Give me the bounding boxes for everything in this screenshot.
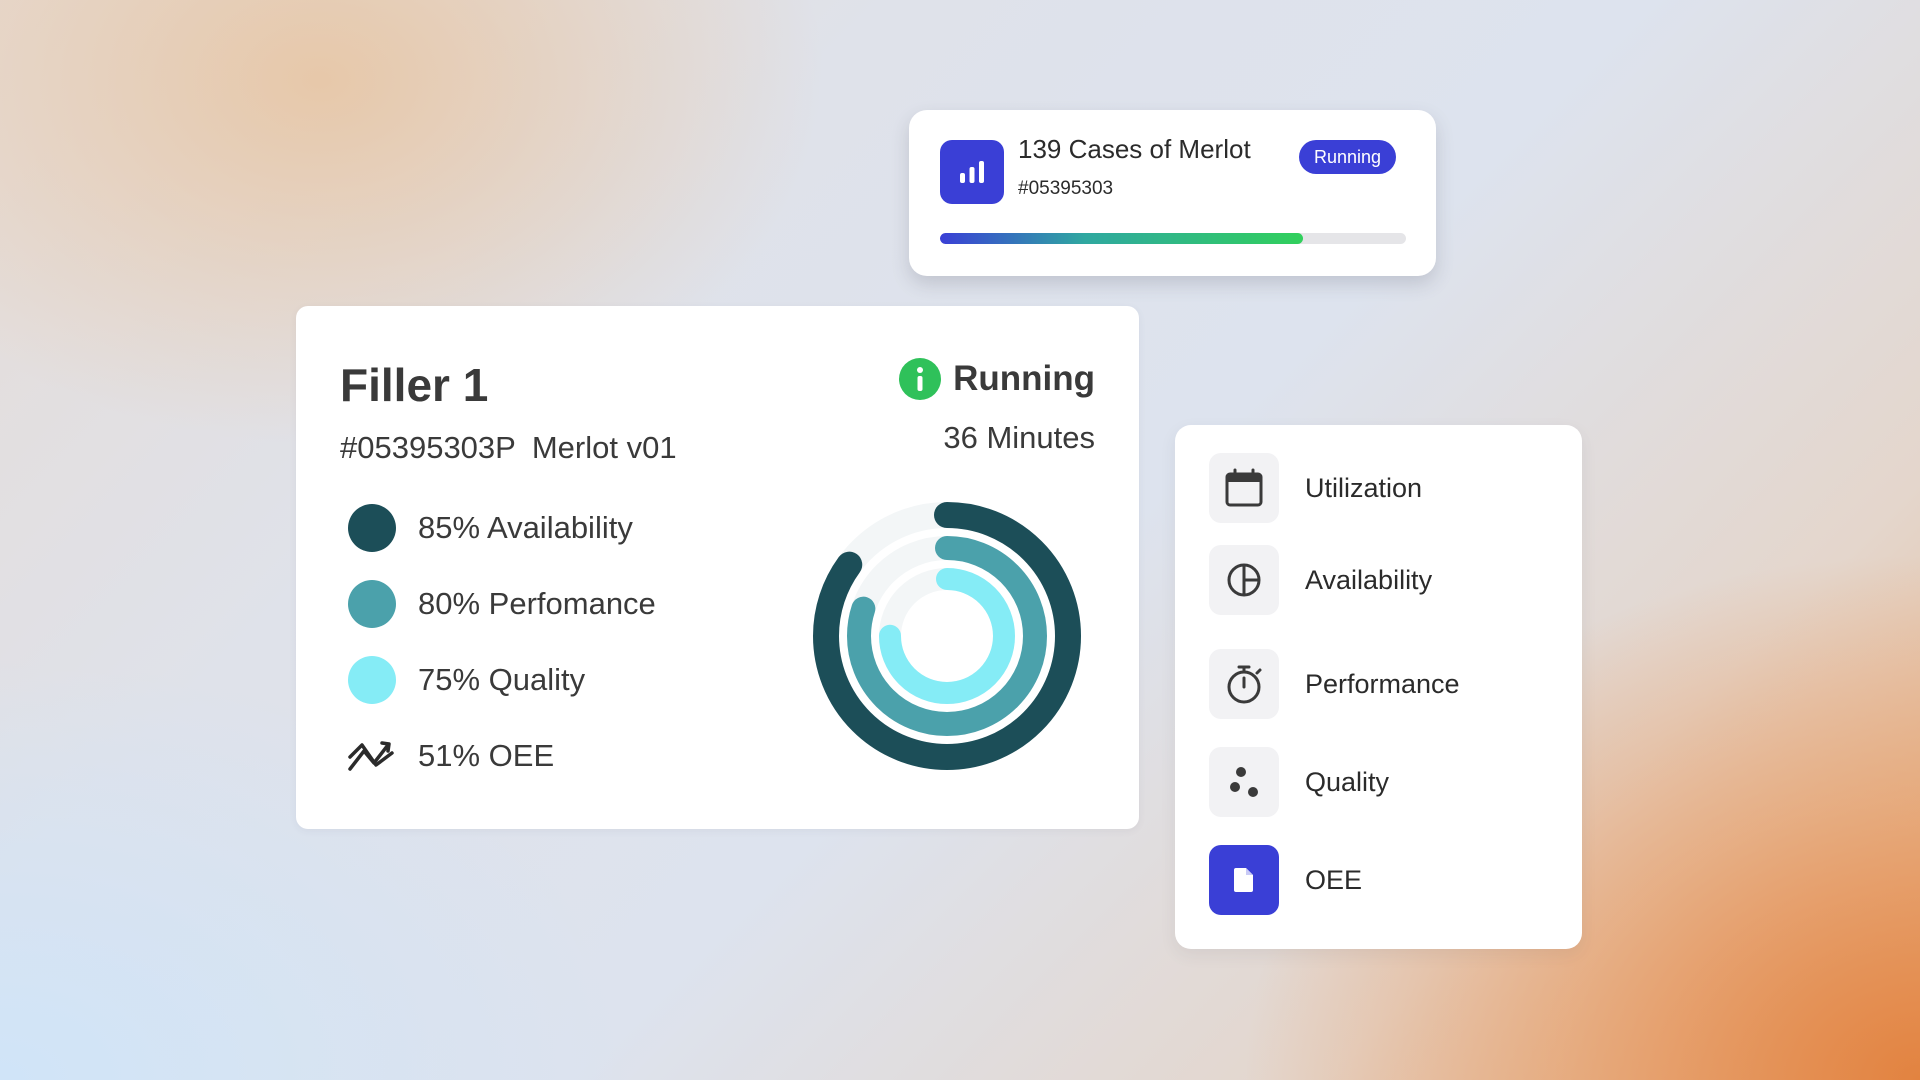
metric-label: 85% Availability — [418, 510, 633, 545]
menu-item-utilization[interactable]: Utilization — [1209, 453, 1422, 523]
job-progress-bar — [940, 233, 1406, 244]
stopwatch-icon — [1209, 649, 1279, 719]
metric-menu: Utilization Availability Performance Qua… — [1175, 425, 1582, 949]
oee-ring-chart — [813, 502, 1081, 770]
machine-subtitle: #05395303P Merlot v01 — [340, 430, 677, 466]
recipe-name: Merlot v01 — [531, 430, 677, 465]
trend-icon — [348, 732, 396, 780]
metric-oee: 51% OEE — [348, 732, 554, 780]
job-card[interactable]: 139 Cases of Merlot #05395303 Running — [909, 110, 1436, 276]
menu-item-label: Performance — [1305, 668, 1460, 699]
job-progress-fill — [940, 233, 1304, 244]
job-id: #05395303 — [1018, 178, 1114, 199]
availability-dot — [348, 504, 396, 552]
menu-item-label: Utilization — [1305, 472, 1423, 503]
info-icon — [899, 358, 942, 400]
metric-label: 75% Quality — [418, 662, 586, 697]
menu-item-performance[interactable]: Performance — [1209, 649, 1460, 719]
metric-availability: 85% Availability — [348, 504, 633, 552]
performance-dot — [348, 580, 396, 628]
bar-chart-icon — [940, 140, 1004, 204]
status-text: Running — [953, 359, 1095, 398]
quality-dot — [348, 656, 396, 704]
run-duration: 36 Minutes — [943, 420, 1095, 455]
machine-title: Filler 1 — [340, 359, 489, 411]
menu-item-availability[interactable]: Availability — [1209, 545, 1432, 615]
metric-label: 80% Perfomance — [418, 586, 656, 621]
metric-performance: 80% Perfomance — [348, 580, 656, 628]
metric-label: 51% OEE — [418, 738, 555, 773]
document-icon — [1209, 845, 1279, 915]
menu-item-label: Quality — [1305, 766, 1390, 797]
menu-item-oee[interactable]: OEE — [1209, 845, 1362, 915]
batch-id: #05395303P — [340, 430, 516, 465]
menu-item-label: OEE — [1305, 864, 1363, 895]
menu-item-quality[interactable]: Quality — [1209, 747, 1389, 817]
filler-card: Filler 1 #05395303P Merlot v01 Running 36… — [296, 306, 1139, 829]
menu-item-label: Availability — [1305, 564, 1433, 595]
status-badge: Running — [1299, 140, 1397, 174]
background: 139 Cases of Merlot #05395303 Running Fi… — [0, 0, 1920, 1080]
calendar-icon — [1209, 453, 1279, 523]
pie-icon — [1209, 545, 1279, 615]
machine-status: Running — [899, 358, 1095, 400]
job-title: 139 Cases of Merlot — [1018, 134, 1251, 164]
metric-quality: 75% Quality — [348, 656, 585, 704]
dots-icon — [1209, 747, 1279, 817]
